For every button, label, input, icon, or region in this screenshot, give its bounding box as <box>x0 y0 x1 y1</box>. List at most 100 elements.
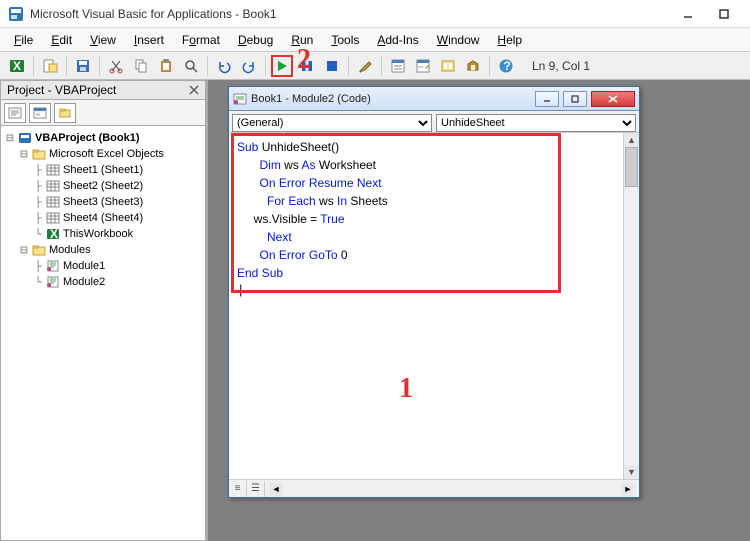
toolbar-separator <box>348 56 349 76</box>
toolbar-separator <box>33 56 34 76</box>
menu-format[interactable]: Format <box>174 31 228 49</box>
object-dropdown[interactable]: (General) <box>232 114 432 132</box>
menu-debug[interactable]: Debug <box>230 31 281 49</box>
tree-sheet2[interactable]: ├Sheet2 (Sheet2) <box>3 178 203 194</box>
svg-text:?: ? <box>504 59 511 73</box>
copy-button[interactable] <box>130 55 152 77</box>
worksheet-icon <box>45 211 61 225</box>
code-window-titlebar[interactable]: Book1 - Module2 (Code) <box>229 87 639 111</box>
paste-button[interactable] <box>155 55 177 77</box>
toggle-folders-button[interactable] <box>54 103 76 123</box>
save-button[interactable] <box>72 55 94 77</box>
svg-text:X: X <box>50 228 58 240</box>
tree-modules-folder[interactable]: ⊟Modules <box>3 242 203 258</box>
module-icon <box>45 275 61 289</box>
scroll-up-icon[interactable]: ▲ <box>624 133 639 147</box>
toolbox-button[interactable] <box>462 55 484 77</box>
worksheet-icon <box>45 163 61 177</box>
mdi-client-area: Book1 - Module2 (Code) (General) UnhideS… <box>208 80 750 541</box>
code-window: Book1 - Module2 (Code) (General) UnhideS… <box>228 86 640 498</box>
app-title: Microsoft Visual Basic for Applications … <box>30 7 670 21</box>
code-window-footer: ≡ ☰ ◄ ► <box>229 479 639 497</box>
object-browser-button[interactable] <box>437 55 459 77</box>
workbook-icon: X <box>45 227 61 241</box>
menu-window[interactable]: Window <box>429 31 488 49</box>
toolbar-separator <box>489 56 490 76</box>
scroll-thumb[interactable] <box>625 147 638 187</box>
code-window-dropdowns: (General) UnhideSheet <box>229 111 639 133</box>
tree-sheet3[interactable]: ├Sheet3 (Sheet3) <box>3 194 203 210</box>
toolbar: X ? Ln 9, Col 1 2 <box>0 52 750 80</box>
vertical-scrollbar[interactable]: ▲ ▼ <box>623 133 639 479</box>
code-window-title: Book1 - Module2 (Code) <box>251 93 531 105</box>
folder-icon <box>31 243 47 257</box>
redo-button[interactable] <box>238 55 260 77</box>
tree-sheet4[interactable]: ├Sheet4 (Sheet4) <box>3 210 203 226</box>
code-editor[interactable]: Sub UnhideSheet() Dim ws As Worksheet On… <box>229 133 623 479</box>
callout-1: 1 <box>399 373 413 405</box>
menu-edit[interactable]: Edit <box>43 31 80 49</box>
scroll-down-icon[interactable]: ▼ <box>624 465 639 479</box>
code-window-maximize-button[interactable] <box>563 91 587 107</box>
window-maximize-button[interactable] <box>706 3 742 25</box>
menu-help[interactable]: Help <box>489 31 530 49</box>
folder-icon <box>31 147 47 161</box>
worksheet-icon <box>45 195 61 209</box>
callout-2: 2 <box>297 44 311 76</box>
design-mode-button[interactable] <box>354 55 376 77</box>
toolbar-separator <box>66 56 67 76</box>
undo-button[interactable] <box>213 55 235 77</box>
tree-sheet1[interactable]: ├Sheet1 (Sheet1) <box>3 162 203 178</box>
view-object-button[interactable] <box>29 103 51 123</box>
code-window-body: Sub UnhideSheet() Dim ws As Worksheet On… <box>229 133 639 479</box>
procedure-view-button[interactable]: ≡ <box>229 481 247 497</box>
toolbar-separator <box>381 56 382 76</box>
module-icon <box>45 259 61 273</box>
workspace: Project - VBAProject ⊟ VBAProject (Book1… <box>0 80 750 541</box>
tree-module2[interactable]: └Module2 <box>3 274 203 290</box>
window-minimize-button[interactable] <box>670 3 706 25</box>
cut-button[interactable] <box>105 55 127 77</box>
svg-text:X: X <box>13 59 21 73</box>
menu-file[interactable]: File <box>6 31 41 49</box>
tree-root[interactable]: ⊟ VBAProject (Book1) <box>3 130 203 146</box>
procedure-dropdown[interactable]: UnhideSheet <box>436 114 636 132</box>
vba-app-icon <box>8 6 24 22</box>
cursor-position: Ln 9, Col 1 <box>532 59 590 73</box>
app-titlebar: Microsoft Visual Basic for Applications … <box>0 0 750 28</box>
full-module-view-button[interactable]: ☰ <box>247 481 265 497</box>
menu-insert[interactable]: Insert <box>126 31 172 49</box>
project-explorer-panel: Project - VBAProject ⊟ VBAProject (Book1… <box>0 80 208 541</box>
tree-thisworkbook[interactable]: └XThisWorkbook <box>3 226 203 242</box>
project-explorer-toolbar <box>0 100 206 126</box>
tree-excel-objects-folder[interactable]: ⊟ Microsoft Excel Objects <box>3 146 203 162</box>
insert-module-button[interactable] <box>39 55 61 77</box>
project-explorer-title: Project - VBAProject <box>0 80 206 100</box>
vba-project-icon <box>17 131 33 145</box>
menu-tools[interactable]: Tools <box>323 31 367 49</box>
project-explorer-button[interactable] <box>387 55 409 77</box>
find-button[interactable] <box>180 55 202 77</box>
code-window-icon <box>233 92 247 106</box>
code-window-close-button[interactable] <box>591 91 635 107</box>
menubar: File Edit View Insert Format Debug Run T… <box>0 28 750 52</box>
worksheet-icon <box>45 179 61 193</box>
code-window-minimize-button[interactable] <box>535 91 559 107</box>
scroll-left-icon[interactable]: ◄ <box>269 482 283 496</box>
toolbar-separator <box>207 56 208 76</box>
scroll-right-icon[interactable]: ► <box>621 482 635 496</box>
help-button[interactable]: ? <box>495 55 517 77</box>
reset-button[interactable] <box>321 55 343 77</box>
project-tree[interactable]: ⊟ VBAProject (Book1) ⊟ Microsoft Excel O… <box>0 126 206 541</box>
toolbar-separator <box>99 56 100 76</box>
properties-window-button[interactable] <box>412 55 434 77</box>
horizontal-scrollbar[interactable]: ◄ ► <box>269 482 635 496</box>
project-explorer-close-button[interactable] <box>189 85 199 95</box>
menu-addins[interactable]: Add-Ins <box>369 31 426 49</box>
toolbar-separator <box>265 56 266 76</box>
view-code-button[interactable] <box>4 103 26 123</box>
run-sub-button[interactable] <box>271 55 293 77</box>
view-excel-button[interactable]: X <box>6 55 28 77</box>
menu-view[interactable]: View <box>82 31 124 49</box>
tree-module1[interactable]: ├Module1 <box>3 258 203 274</box>
